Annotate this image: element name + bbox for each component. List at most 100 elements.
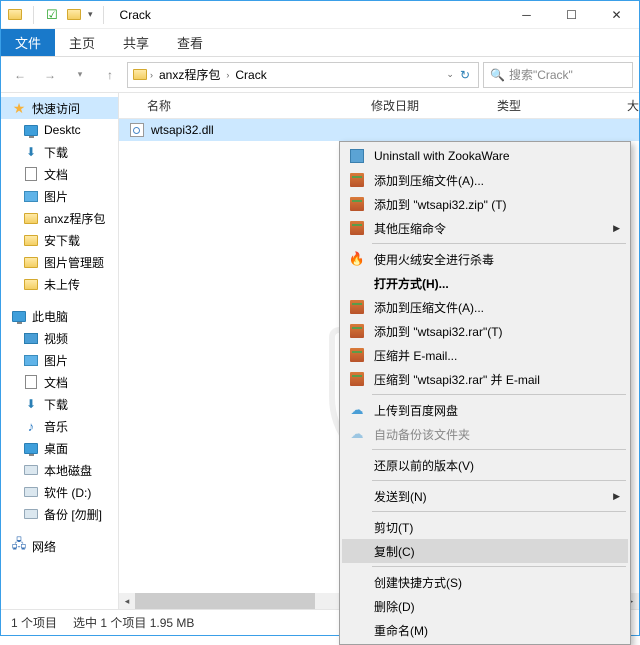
menu-rename[interactable]: 重命名(M): [342, 618, 628, 642]
menu-copy[interactable]: 复制(C): [342, 539, 628, 563]
minimize-button[interactable]: ─: [504, 1, 549, 29]
tree-network[interactable]: 🖧网络: [1, 535, 118, 557]
menu-add-rar[interactable]: 添加到 "wtsapi32.rar"(T): [342, 319, 628, 343]
menu-separator: [372, 480, 626, 481]
file-row[interactable]: wtsapi32.dll: [119, 119, 639, 141]
qat-check-icon[interactable]: ☑: [44, 7, 60, 23]
tree-downloads2[interactable]: ⬇下载: [1, 393, 118, 415]
menu-compress-rar-email[interactable]: 压缩到 "wtsapi32.rar" 并 E-mail: [342, 367, 628, 391]
col-type[interactable]: 类型: [497, 97, 627, 114]
tab-home[interactable]: 主页: [55, 29, 109, 56]
document-icon: [23, 166, 39, 182]
menu-separator: [372, 394, 626, 395]
tree-documents2[interactable]: 文档: [1, 371, 118, 393]
context-menu: Uninstall with ZookaWare 添加到压缩文件(A)... 添…: [339, 141, 631, 645]
tree-pictures[interactable]: 图片: [1, 185, 118, 207]
app-folder-icon: [7, 7, 23, 23]
refresh-button[interactable]: ↻: [460, 68, 470, 82]
breadcrumb-folder-icon: [132, 67, 148, 83]
tree-software[interactable]: 软件 (D:): [1, 481, 118, 503]
col-name[interactable]: 名称: [147, 97, 371, 114]
tree-quick-access[interactable]: ★快速访问: [1, 97, 118, 119]
tree-untrans[interactable]: 未上传: [1, 273, 118, 295]
search-placeholder: 搜索"Crack": [509, 66, 573, 83]
menu-separator: [372, 243, 626, 244]
qat-folder-icon[interactable]: [66, 7, 82, 23]
tab-file[interactable]: 文件: [1, 29, 55, 56]
tree-video[interactable]: 视频: [1, 327, 118, 349]
breadcrumb[interactable]: › anxz程序包 › Crack ⌄ ↻: [127, 62, 479, 88]
picture-icon: [23, 188, 39, 204]
tree-music[interactable]: ♪音乐: [1, 415, 118, 437]
ribbon: 文件 主页 共享 查看: [1, 29, 639, 57]
tree-downloads[interactable]: ⬇下载: [1, 141, 118, 163]
menu-auto-backup[interactable]: ☁自动备份该文件夹: [342, 422, 628, 446]
col-modified[interactable]: 修改日期: [371, 97, 497, 114]
tree-backup[interactable]: 备份 [勿删]: [1, 503, 118, 525]
tree-localdisk[interactable]: 本地磁盘: [1, 459, 118, 481]
menu-send-to[interactable]: 发送到(N)▶: [342, 484, 628, 508]
menu-add-archive[interactable]: 添加到压缩文件(A)...: [342, 168, 628, 192]
tree-desktop[interactable]: Desktc: [1, 119, 118, 141]
tree-andl[interactable]: 安下载: [1, 229, 118, 251]
submenu-arrow-icon: ▶: [613, 223, 620, 234]
scroll-thumb[interactable]: [135, 593, 315, 609]
breadcrumb-dropdown-icon[interactable]: ⌄: [446, 69, 454, 80]
tree-picmgr[interactable]: 图片管理题: [1, 251, 118, 273]
menu-separator: [372, 566, 626, 567]
menu-upload-baidu[interactable]: ☁上传到百度网盘: [342, 398, 628, 422]
archive-icon: [348, 171, 366, 189]
back-button[interactable]: ←: [7, 62, 33, 88]
picture-icon: [23, 352, 39, 368]
maximize-button[interactable]: ☐: [549, 1, 594, 29]
tree-documents[interactable]: 文档: [1, 163, 118, 185]
history-button[interactable]: ▾: [67, 62, 93, 88]
menu-add-zip[interactable]: 添加到 "wtsapi32.zip" (T): [342, 192, 628, 216]
file-name: wtsapi32.dll: [151, 123, 214, 137]
col-size[interactable]: 大: [627, 97, 639, 114]
scroll-left-icon[interactable]: ◂: [119, 593, 135, 609]
folder-icon: [23, 276, 39, 292]
tree-pictures2[interactable]: 图片: [1, 349, 118, 371]
menu-scan-virus[interactable]: 🔥使用火绒安全进行杀毒: [342, 247, 628, 271]
menu-compress-email[interactable]: 压缩并 E-mail...: [342, 343, 628, 367]
star-icon: ★: [11, 100, 27, 116]
chevron-right-icon[interactable]: ›: [150, 70, 153, 80]
archive-icon: [348, 219, 366, 237]
column-headers[interactable]: 名称 修改日期 类型 大: [119, 93, 639, 119]
menu-cut[interactable]: 剪切(T): [342, 515, 628, 539]
navigation-bar: ← → ▾ ↑ › anxz程序包 › Crack ⌄ ↻ 🔍 搜索"Crack…: [1, 57, 639, 93]
breadcrumb-seg-2[interactable]: Crack: [231, 68, 270, 82]
close-button[interactable]: ✕: [594, 1, 639, 29]
tree-this-pc[interactable]: 此电脑: [1, 305, 118, 327]
navigation-tree[interactable]: ★快速访问 Desktc ⬇下载 文档 图片 anxz程序包 安下载 图片管理题…: [1, 93, 119, 609]
search-icon: 🔍: [490, 68, 505, 82]
up-button[interactable]: ↑: [97, 62, 123, 88]
menu-restore-version[interactable]: 还原以前的版本(V): [342, 453, 628, 477]
breadcrumb-seg-1[interactable]: anxz程序包: [155, 66, 224, 83]
tab-share[interactable]: 共享: [109, 29, 163, 56]
rar-icon: [348, 298, 366, 316]
document-icon: [23, 374, 39, 390]
menu-other-compress[interactable]: 其他压缩命令▶: [342, 216, 628, 240]
flame-icon: 🔥: [348, 250, 366, 268]
window-title: Crack: [114, 8, 151, 22]
drive-icon: [23, 462, 39, 478]
qat-customize-icon[interactable]: ▾: [88, 9, 93, 20]
menu-add-archive-2[interactable]: 添加到压缩文件(A)...: [342, 295, 628, 319]
menu-uninstall-zookaware[interactable]: Uninstall with ZookaWare: [342, 144, 628, 168]
search-input[interactable]: 🔍 搜索"Crack": [483, 62, 633, 88]
rar-icon: [348, 322, 366, 340]
tree-desktop2[interactable]: 桌面: [1, 437, 118, 459]
chevron-right-icon[interactable]: ›: [226, 70, 229, 80]
cloud-icon: ☁: [348, 401, 366, 419]
rar-icon: [348, 370, 366, 388]
forward-button[interactable]: →: [37, 62, 63, 88]
menu-separator: [372, 449, 626, 450]
tree-anxz[interactable]: anxz程序包: [1, 207, 118, 229]
cloud-icon: ☁: [348, 425, 366, 443]
menu-open-with[interactable]: 打开方式(H)...: [342, 271, 628, 295]
menu-create-shortcut[interactable]: 创建快捷方式(S): [342, 570, 628, 594]
menu-delete[interactable]: 删除(D): [342, 594, 628, 618]
tab-view[interactable]: 查看: [163, 29, 217, 56]
